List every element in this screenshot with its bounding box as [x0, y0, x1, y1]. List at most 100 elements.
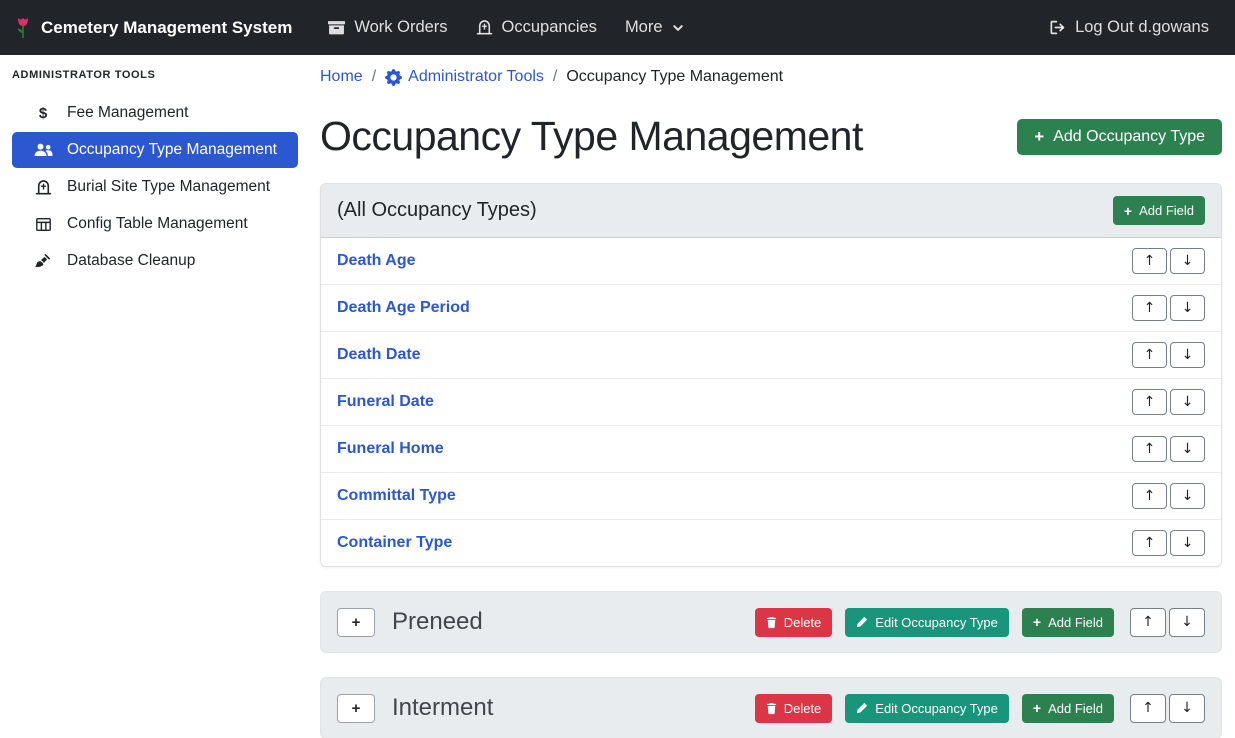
reorder-controls: ↑ ↓: [1132, 530, 1205, 556]
field-row: Container Type ↑ ↓: [321, 519, 1221, 566]
logout-icon: [1049, 19, 1066, 36]
logout-label: Log Out d.gowans: [1075, 18, 1209, 37]
sidebar-item-database-cleanup[interactable]: Database Cleanup: [12, 243, 298, 279]
field-link[interactable]: Death Age: [337, 252, 416, 270]
arrow-down-icon: ↓: [1181, 701, 1193, 715]
move-down-button[interactable]: ↓: [1169, 694, 1205, 723]
sidebar-item-burial-site-type-management[interactable]: Burial Site Type Management: [12, 169, 298, 205]
arrow-down-icon: ↓: [1181, 615, 1193, 629]
sidebar-item-label: Fee Management: [67, 104, 189, 122]
all-occupancy-types-card: (All Occupancy Types) + Add Field Death …: [320, 183, 1222, 567]
section-actions: Delete Edit Occupancy Type + Add Field ↑: [755, 608, 1205, 637]
flower-logo-icon: [14, 15, 32, 41]
sidebar-item-fee-management[interactable]: $ Fee Management: [12, 95, 298, 131]
move-down-button[interactable]: ↓: [1170, 248, 1205, 274]
section-title: Interment: [392, 694, 755, 722]
field-row: Committal Type ↑ ↓: [321, 472, 1221, 519]
move-down-button[interactable]: ↓: [1170, 295, 1205, 321]
field-link[interactable]: Container Type: [337, 534, 452, 552]
move-up-button[interactable]: ↑: [1130, 694, 1166, 723]
page-title: Occupancy Type Management: [320, 113, 863, 160]
edit-button-label: Edit Occupancy Type: [875, 615, 998, 630]
arrow-up-icon: ↑: [1144, 254, 1156, 268]
arrow-up-icon: ↑: [1144, 442, 1156, 456]
move-up-button[interactable]: ↑: [1132, 436, 1167, 462]
add-field-plus-icon: +: [1033, 615, 1041, 629]
move-up-button[interactable]: ↑: [1132, 530, 1167, 556]
add-field-plus-icon: +: [1033, 701, 1041, 715]
arrow-down-icon: ↓: [1182, 536, 1194, 550]
breadcrumb-admin-tools-link[interactable]: Administrator Tools: [385, 68, 544, 86]
move-down-button[interactable]: ↓: [1170, 342, 1205, 368]
add-occupancy-type-button[interactable]: + Add Occupancy Type: [1017, 119, 1222, 155]
move-up-button[interactable]: ↑: [1132, 389, 1167, 415]
field-link[interactable]: Funeral Home: [337, 440, 444, 458]
nav-occupancies[interactable]: Occupancies: [462, 10, 611, 45]
delete-button[interactable]: Delete: [755, 608, 833, 637]
delete-button[interactable]: Delete: [755, 694, 833, 723]
app-title: Cemetery Management System: [41, 18, 292, 38]
edit-occupancy-type-button[interactable]: Edit Occupancy Type: [845, 694, 1009, 723]
move-up-button[interactable]: ↑: [1130, 608, 1166, 637]
sidebar-item-label: Config Table Management: [67, 215, 248, 233]
sidebar-item-config-table-management[interactable]: Config Table Management: [12, 206, 298, 242]
archive-box-icon: [328, 19, 345, 36]
expand-section-button[interactable]: +: [337, 694, 375, 723]
primary-nav: Work Orders Occupancies More: [314, 10, 697, 45]
tombstone-icon: [476, 19, 493, 36]
arrow-down-icon: ↓: [1182, 348, 1194, 362]
arrow-down-icon: ↓: [1182, 442, 1194, 456]
app-brand[interactable]: Cemetery Management System: [14, 15, 292, 41]
expand-plus-icon: +: [352, 614, 361, 631]
move-up-button[interactable]: ↑: [1132, 295, 1167, 321]
move-down-button[interactable]: ↓: [1169, 608, 1205, 637]
move-up-button[interactable]: ↑: [1132, 248, 1167, 274]
add-field-button[interactable]: + Add Field: [1022, 608, 1114, 637]
top-navbar: Cemetery Management System Work Orders: [0, 0, 1235, 55]
sidebar-heading: Administrator Tools: [12, 69, 298, 81]
field-row: Death Age Period ↑ ↓: [321, 284, 1221, 331]
field-link[interactable]: Committal Type: [337, 487, 456, 505]
add-occupancy-type-label: Add Occupancy Type: [1053, 128, 1205, 146]
nav-more[interactable]: More: [611, 10, 698, 45]
edit-occupancy-type-button[interactable]: Edit Occupancy Type: [845, 608, 1009, 637]
all-types-card-header: (All Occupancy Types) + Add Field: [321, 184, 1221, 238]
arrow-up-icon: ↑: [1144, 536, 1156, 550]
move-up-button[interactable]: ↑: [1132, 342, 1167, 368]
sections-list: + Preneed Delete Edit Occupanc: [320, 591, 1222, 738]
breadcrumb-home-link[interactable]: Home: [320, 68, 363, 86]
sidebar-item-label: Occupancy Type Management: [67, 141, 277, 159]
nav-occupancies-label: Occupancies: [502, 18, 597, 37]
sidebar: Administrator Tools $ Fee Management Occ…: [0, 55, 308, 738]
field-row-list: Death Age ↑ ↓ Death Age Period ↑ ↓ Death…: [321, 238, 1221, 566]
plus-icon: +: [1034, 128, 1044, 145]
table-icon: [32, 216, 54, 233]
move-down-button[interactable]: ↓: [1170, 436, 1205, 462]
add-field-button[interactable]: + Add Field: [1113, 196, 1205, 225]
expand-section-button[interactable]: +: [337, 608, 375, 637]
field-link[interactable]: Death Age Period: [337, 299, 470, 317]
arrow-up-icon: ↑: [1144, 489, 1156, 503]
sidebar-item-occupancy-type-management[interactable]: Occupancy Type Management: [12, 132, 298, 168]
move-down-button[interactable]: ↓: [1170, 389, 1205, 415]
arrow-up-icon: ↑: [1144, 301, 1156, 315]
add-field-button[interactable]: + Add Field: [1022, 694, 1114, 723]
nav-work-orders[interactable]: Work Orders: [314, 10, 461, 45]
delete-button-label: Delete: [784, 615, 822, 630]
field-row: Death Age ↑ ↓: [321, 238, 1221, 284]
logout-button[interactable]: Log Out d.gowans: [1035, 10, 1223, 45]
section-actions: Delete Edit Occupancy Type + Add Field ↑: [755, 694, 1205, 723]
field-link[interactable]: Death Date: [337, 346, 421, 364]
gear-icon: [385, 69, 402, 86]
nav-work-orders-label: Work Orders: [354, 18, 447, 37]
field-link[interactable]: Funeral Date: [337, 393, 434, 411]
occupancy-type-section: + Interment Delete Edit Occupa: [320, 677, 1222, 738]
page-header: Occupancy Type Management + Add Occupanc…: [320, 113, 1222, 160]
move-down-button[interactable]: ↓: [1170, 483, 1205, 509]
add-field-button-label: Add Field: [1048, 701, 1103, 716]
sidebar-item-label: Database Cleanup: [67, 252, 195, 270]
reorder-controls: ↑ ↓: [1132, 248, 1205, 274]
arrow-down-icon: ↓: [1182, 301, 1194, 315]
move-down-button[interactable]: ↓: [1170, 530, 1205, 556]
move-up-button[interactable]: ↑: [1132, 483, 1167, 509]
